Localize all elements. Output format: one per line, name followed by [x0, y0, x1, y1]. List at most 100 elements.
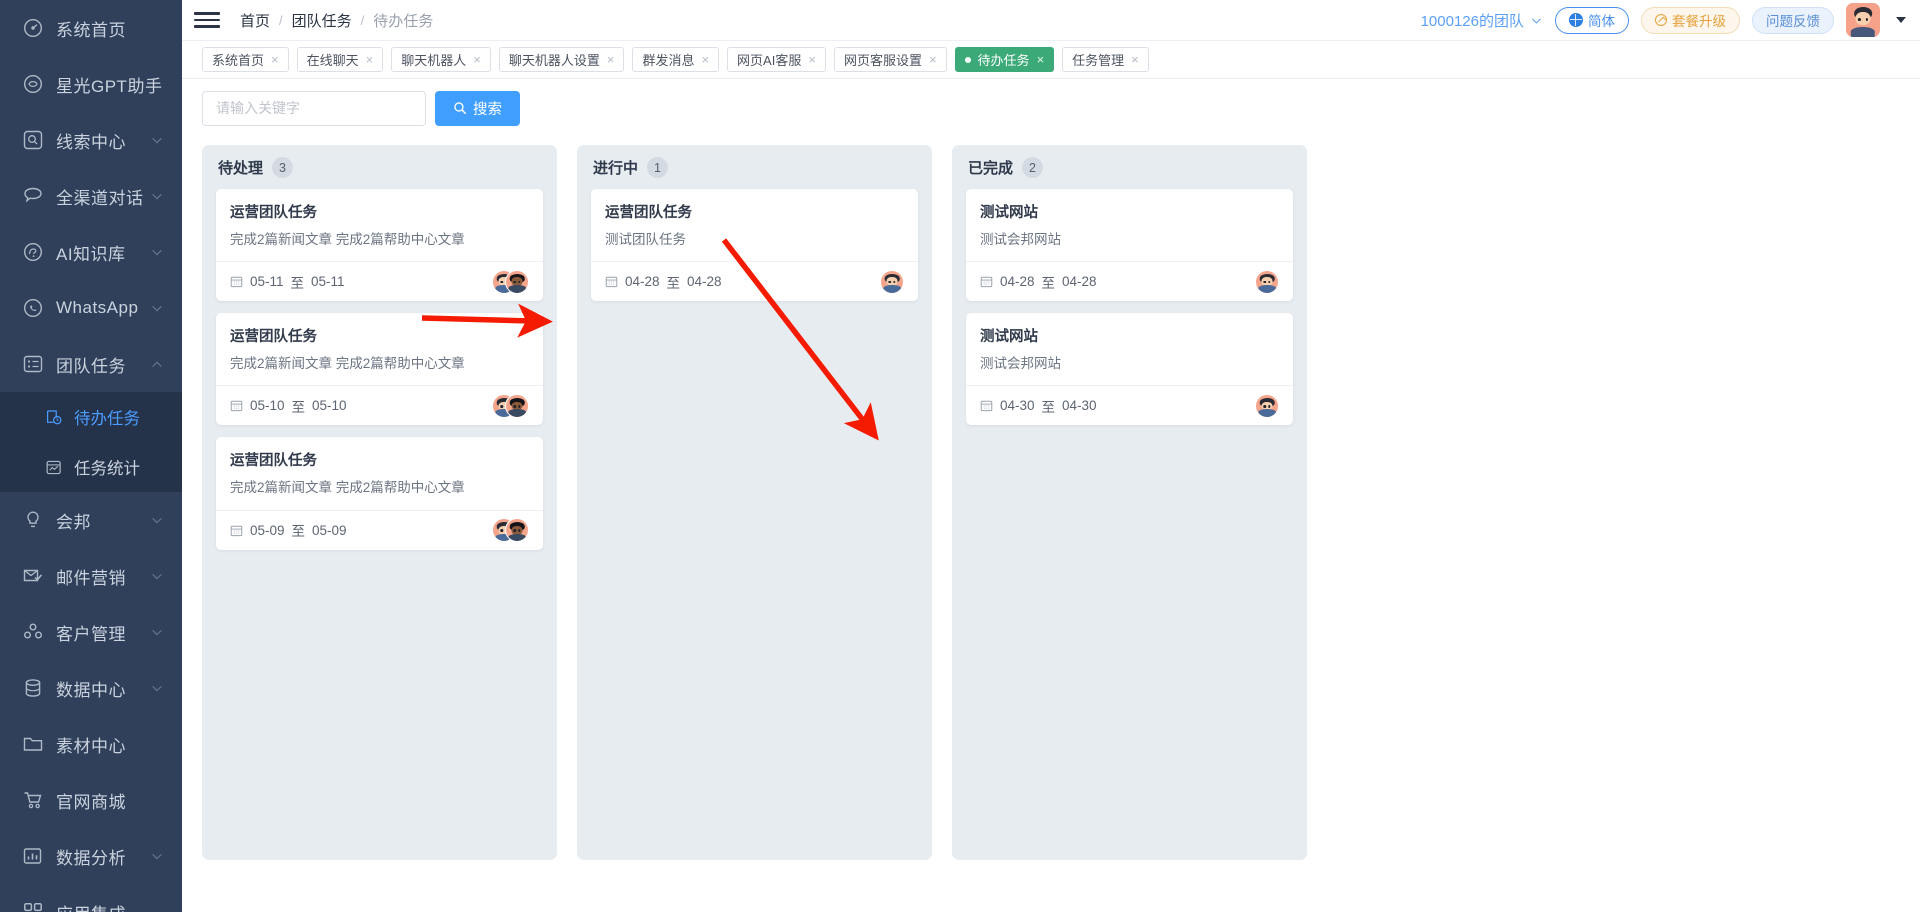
close-icon[interactable]: × — [1037, 53, 1045, 66]
search-button[interactable]: 搜索 — [435, 90, 520, 126]
bulb-icon — [27, 511, 39, 528]
sidebar-item-应用集成[interactable]: 应用集成 — [0, 884, 182, 912]
date-separator: 至 — [291, 399, 306, 415]
close-icon[interactable]: × — [808, 53, 816, 66]
assignee-avatar[interactable] — [505, 518, 529, 543]
assignee-avatar[interactable] — [505, 269, 529, 294]
calendar-icon — [980, 401, 993, 412]
tab-网页AI客服[interactable]: 网页AI客服 × — [727, 47, 826, 72]
task-card[interactable]: 运营团队任务 测试团队任务 04-28 至 04-28 — [591, 189, 918, 302]
kanban-column-已完成[interactable]: 已完成 2 测试网站 测试会邦网站 04-28 至 04-28 测试网站 测试会邦网站 04-30… — [952, 145, 1307, 860]
task-end-date: 05-10 — [312, 398, 347, 414]
date-separator: 至 — [666, 275, 681, 291]
tab-群发消息[interactable]: 群发消息 × — [632, 47, 720, 72]
column-header: 进行中 1 — [591, 157, 918, 178]
tab-聊天机器人设置[interactable]: 聊天机器人设置 × — [498, 47, 625, 72]
tab-聊天机器人[interactable]: 聊天机器人 × — [391, 47, 491, 72]
task-description: 测试团队任务 — [605, 232, 686, 247]
sidebar-item-邮件营销[interactable]: 邮件营销 — [0, 548, 182, 604]
sidebar-item-星光GPT助手[interactable]: 星光GPT助手 — [0, 56, 182, 112]
sparkle-icon — [22, 73, 44, 95]
tab-待办任务[interactable]: 待办任务 × — [954, 47, 1055, 72]
task-card[interactable]: 测试网站 测试会邦网站 04-30 至 04-30 — [966, 313, 1293, 426]
task-card[interactable]: 运营团队任务 完成2篇新闻文章 完成2篇帮助中心文章 05-09 至 05-09 — [216, 437, 543, 550]
sidebar-item-线索中心[interactable]: 线索中心 — [0, 112, 182, 168]
close-icon[interactable]: × — [607, 53, 615, 66]
app-root: 系统首页 星光GPT助手 线索中心 全渠道对话 AI知识库 WhatsApp 团队任务 待办… — [0, 0, 1920, 912]
sidebar-item-AI知识库[interactable]: AI知识库 — [0, 224, 182, 280]
close-icon[interactable]: × — [701, 53, 709, 66]
barchart-icon — [23, 848, 42, 864]
language-button[interactable]: 简体 — [1555, 6, 1629, 34]
close-icon[interactable]: × — [1131, 53, 1139, 66]
tab-任务管理[interactable]: 任务管理 × — [1062, 47, 1149, 72]
tab-在线聊天[interactable]: 在线聊天 × — [296, 47, 384, 72]
task-card-footer: 04-30 至 04-30 — [966, 385, 1293, 425]
sidebar-item-素材中心[interactable]: 素材中心 — [0, 716, 182, 772]
task-card[interactable]: 运营团队任务 完成2篇新闻文章 完成2篇帮助中心文章 05-11 至 05-11 — [216, 189, 543, 302]
tab-网页客服设置[interactable]: 网页客服设置 × — [833, 47, 947, 72]
task-assignees — [1255, 393, 1279, 418]
sidebar-subitem-待办任务[interactable]: 待办任务 — [0, 392, 182, 442]
task-date-range: 05-10 至 05-10 — [230, 396, 347, 416]
tab-系统首页[interactable]: 系统首页 × — [202, 47, 289, 72]
calendar-icon — [230, 277, 243, 288]
sidebar-item-label: 数据中心 — [56, 680, 126, 700]
task-card-footer: 04-28 至 04-28 — [966, 261, 1293, 301]
barchart-icon — [22, 845, 44, 867]
tasklist-icon — [23, 355, 43, 373]
tasklist-icon — [22, 353, 44, 375]
close-icon[interactable]: × — [929, 53, 937, 66]
kanban-column-进行中[interactable]: 进行中 1 运营团队任务 测试团队任务 04-28 至 04-28 — [577, 145, 932, 860]
sidebar-item-数据分析[interactable]: 数据分析 — [0, 828, 182, 884]
assignee-avatar[interactable] — [1255, 393, 1279, 418]
calendar-icon — [230, 525, 243, 536]
breadcrumb-item-home[interactable]: 首页 — [240, 10, 270, 31]
hamburger-icon[interactable] — [194, 7, 220, 33]
close-icon[interactable]: × — [366, 53, 374, 66]
assignee-avatar[interactable] — [880, 269, 904, 294]
upgrade-button[interactable]: 套餐升级 — [1641, 6, 1740, 34]
sidebar-item-会邦[interactable]: 会邦 — [0, 492, 182, 548]
stats-icon — [44, 457, 64, 477]
date-separator: 至 — [1041, 399, 1056, 415]
sidebar-item-团队任务[interactable]: 团队任务 — [0, 336, 182, 392]
kanban-column-待处理[interactable]: 待处理 3 运营团队任务 完成2篇新闻文章 完成2篇帮助中心文章 05-11 至 05-11… — [202, 145, 557, 860]
chevron-down-icon — [152, 249, 162, 256]
task-card[interactable]: 运营团队任务 完成2篇新闻文章 完成2篇帮助中心文章 05-10 至 05-10 — [216, 313, 543, 426]
todo-icon — [46, 409, 61, 424]
feedback-button[interactable]: 问题反馈 — [1752, 6, 1834, 34]
sidebar-item-WhatsApp[interactable]: WhatsApp — [0, 280, 182, 336]
whatsapp-icon — [22, 297, 44, 319]
column-count-badge: 2 — [1022, 157, 1044, 178]
task-description: 完成2篇新闻文章 完成2篇帮助中心文章 — [230, 480, 465, 496]
users-icon — [24, 623, 42, 639]
sidebar-subitem-任务统计[interactable]: 任务统计 — [0, 442, 182, 492]
sidebar-item-全渠道对话[interactable]: 全渠道对话 — [0, 168, 182, 224]
database-icon — [22, 677, 44, 699]
avatar[interactable] — [1846, 3, 1880, 37]
task-assignees — [492, 393, 529, 418]
assignee-avatar[interactable] — [505, 393, 529, 418]
chevron-down-icon[interactable] — [1896, 17, 1906, 23]
task-description: 完成2篇新闻文章 完成2篇帮助中心文章 — [230, 232, 465, 247]
board-area: 待处理 3 运营团队任务 完成2篇新闻文章 完成2篇帮助中心文章 05-11 至 05-11… — [182, 137, 1920, 912]
chevron-down-icon — [1532, 18, 1541, 24]
sidebar-item-系统首页[interactable]: 系统首页 — [0, 0, 182, 56]
active-tab-dot — [964, 56, 971, 63]
close-icon[interactable]: × — [473, 53, 481, 66]
sidebar-item-客户管理[interactable]: 客户管理 — [0, 604, 182, 660]
breadcrumb-item-team-tasks[interactable]: 团队任务 — [292, 10, 352, 31]
task-card[interactable]: 测试网站 测试会邦网站 04-28 至 04-28 — [966, 189, 1293, 302]
sidebar-item-数据中心[interactable]: 数据中心 — [0, 660, 182, 716]
task-card-body: 运营团队任务 完成2篇新闻文章 完成2篇帮助中心文章 — [216, 189, 543, 261]
sidebar-subitem-label: 待办任务 — [74, 410, 140, 428]
search-input[interactable] — [202, 90, 426, 126]
team-selector[interactable]: 1000126的团队 — [1421, 10, 1543, 31]
tab-label: 系统首页 — [212, 53, 265, 68]
dashboard-icon — [22, 17, 44, 39]
task-title: 测试网站 — [980, 329, 1038, 346]
close-icon[interactable]: × — [271, 53, 279, 66]
sidebar-item-官网商城[interactable]: 官网商城 — [0, 772, 182, 828]
assignee-avatar[interactable] — [1255, 269, 1279, 294]
